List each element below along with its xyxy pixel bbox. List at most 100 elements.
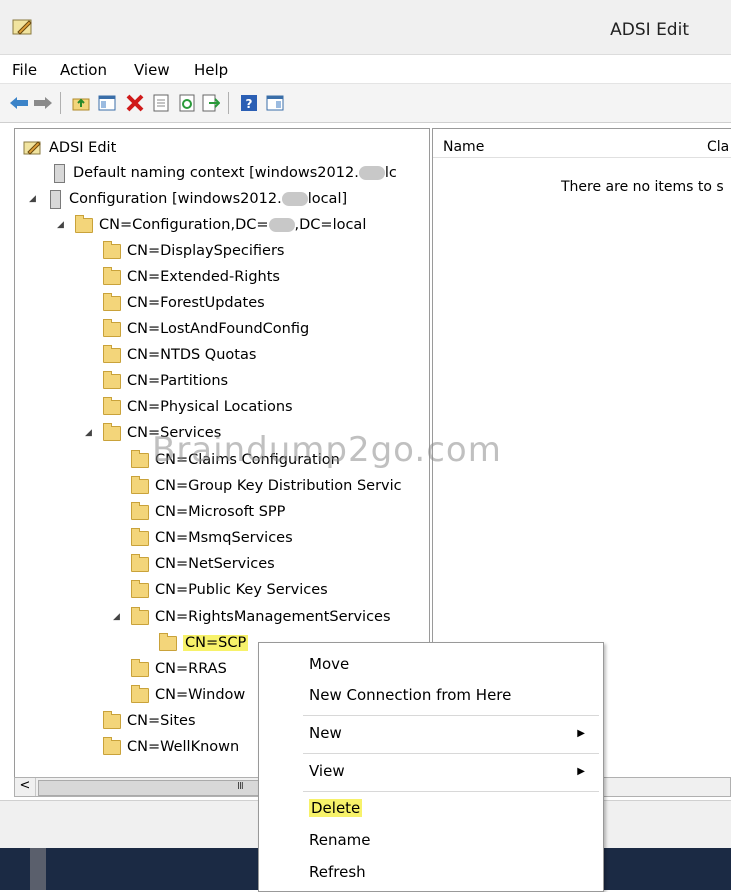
tree-node-rights-management[interactable]: ◢ CN=RightsManagementServices [113,606,391,628]
toolbar: ? [0,84,731,123]
export-icon[interactable] [200,92,222,114]
tree-node[interactable]: CN=Microsoft SPP [131,501,285,523]
tree-label: CN=WellKnown [127,739,240,755]
tree-label: CN=Physical Locations [127,399,293,415]
menu-item-new-connection[interactable]: New Connection from Here [309,686,511,704]
column-header-class[interactable]: Cla [707,139,729,155]
properties-icon[interactable] [150,92,172,114]
tree-node[interactable]: CN=MsmqServices [131,527,293,549]
folder-icon [131,553,149,572]
folder-icon [103,370,121,389]
tree-node[interactable]: CN=Claims Configuration [131,449,340,471]
menu-item-rename[interactable]: Rename [309,831,371,849]
taskbar-button[interactable] [30,848,46,890]
folder-icon [131,527,149,546]
folder-icon [103,318,121,337]
tree-label: CN=NTDS Quotas [127,347,257,363]
title-bar: ADSI Edit [0,0,731,55]
delete-icon[interactable] [124,92,146,114]
tree-node[interactable]: CN=Partitions [103,370,228,392]
tree-node[interactable]: CN=Public Key Services [131,579,328,601]
folder-icon [103,710,121,729]
empty-list-message: There are no items to s [561,179,724,195]
tree-label: CN=DisplaySpecifiers [127,243,285,259]
menu-help[interactable]: Help [194,61,228,79]
tree-node[interactable]: CN=LostAndFoundConfig [103,318,309,340]
menu-item-view[interactable]: View [309,762,345,780]
tree-label: CN=Extended-Rights [127,269,280,285]
window-title: ADSI Edit [610,20,689,40]
tree-node[interactable]: CN=RRAS [131,658,227,680]
tree-node-configuration[interactable]: ◢ Configuration [windows2012. local] [29,188,347,210]
menu-action[interactable]: Action [60,61,107,79]
tree-node[interactable]: CN=Physical Locations [103,396,293,418]
folder-icon [103,736,121,755]
folder-icon [103,344,121,363]
submenu-arrow-icon: ▶ [577,766,585,777]
back-icon[interactable] [8,92,30,114]
scroll-grip: III [237,781,244,792]
tree-node[interactable]: CN=Group Key Distribution Servic [131,475,402,497]
tree-label: CN=ForestUpdates [127,295,265,311]
help-icon[interactable]: ? [238,92,260,114]
menu-item-delete[interactable]: Delete [309,799,363,817]
menu-view[interactable]: View [134,61,170,79]
collapse-arrow-icon[interactable]: ◢ [113,612,125,622]
folder-icon [131,684,149,703]
column-header-name[interactable]: Name [443,139,484,155]
collapse-arrow-icon[interactable]: ◢ [85,428,97,438]
scroll-left-button[interactable]: < [15,778,36,796]
tree-node[interactable]: CN=Extended-Rights [103,266,280,288]
tree-node-services[interactable]: ◢ CN=Services [85,422,221,444]
tree-label: CN=Microsoft SPP [155,504,286,520]
redacted-blur [358,166,385,180]
menu-bar: File Action View Help [0,55,731,84]
tree-label: CN=Sites [127,713,196,729]
folder-icon [75,214,93,233]
menu-file[interactable]: File [12,61,37,79]
tree-node[interactable]: CN=NetServices [131,553,275,575]
folder-icon [131,475,149,494]
folder-icon [103,422,121,441]
tree-node-default-context[interactable]: Default naming context [windows2012. lc [51,162,397,184]
tree-node[interactable]: CN=Window [131,684,245,706]
folder-icon [103,240,121,259]
folder-icon [131,658,149,677]
tree-node-scp-selected[interactable]: CN=SCP [159,632,249,654]
folder-icon [131,449,149,468]
menu-item-new[interactable]: New [309,724,342,742]
tree-root-label: ADSI Edit [49,140,117,156]
menu-separator [303,715,599,716]
toolbar-separator [60,92,61,114]
tree-label: Configuration [windows2012. [69,191,282,207]
show-hide-tree-icon[interactable] [96,92,118,114]
tree-node[interactable]: CN=Sites [103,710,196,732]
tree-node[interactable]: CN=NTDS Quotas [103,344,256,366]
tree-node[interactable]: CN=ForestUpdates [103,292,265,314]
forward-icon[interactable] [32,92,54,114]
menu-separator [303,753,599,754]
tree-label: CN=RRAS [155,661,227,677]
tree-label: CN=Public Key Services [155,582,328,598]
folder-icon [103,266,121,285]
folder-icon [131,606,149,625]
tree-label: CN=Configuration,DC= [99,217,269,233]
context-menu: Move New Connection from Here New ▶ View… [258,642,604,892]
menu-item-refresh[interactable]: Refresh [309,863,366,881]
column-header-row: Name Cla [433,129,731,158]
up-folder-icon[interactable] [70,92,92,114]
refresh-icon[interactable] [176,92,198,114]
collapse-arrow-icon[interactable]: ◢ [57,220,69,230]
submenu-arrow-icon: ▶ [577,728,585,739]
tree-label: CN=Group Key Distribution Servic [155,478,402,494]
tree-node-root[interactable]: ADSI Edit [23,137,116,159]
folder-icon [131,501,149,520]
tree-node[interactable]: CN=DisplaySpecifiers [103,240,284,262]
tree-node[interactable]: CN=WellKnown [103,736,239,758]
svg-text:?: ? [246,97,253,111]
menu-item-move[interactable]: Move [309,655,349,673]
tree-node-cn-configuration[interactable]: ◢ CN=Configuration,DC= ,DC=local [57,214,366,236]
folder-icon [159,632,177,651]
collapse-arrow-icon[interactable]: ◢ [29,194,41,204]
console-view-icon[interactable] [264,92,286,114]
